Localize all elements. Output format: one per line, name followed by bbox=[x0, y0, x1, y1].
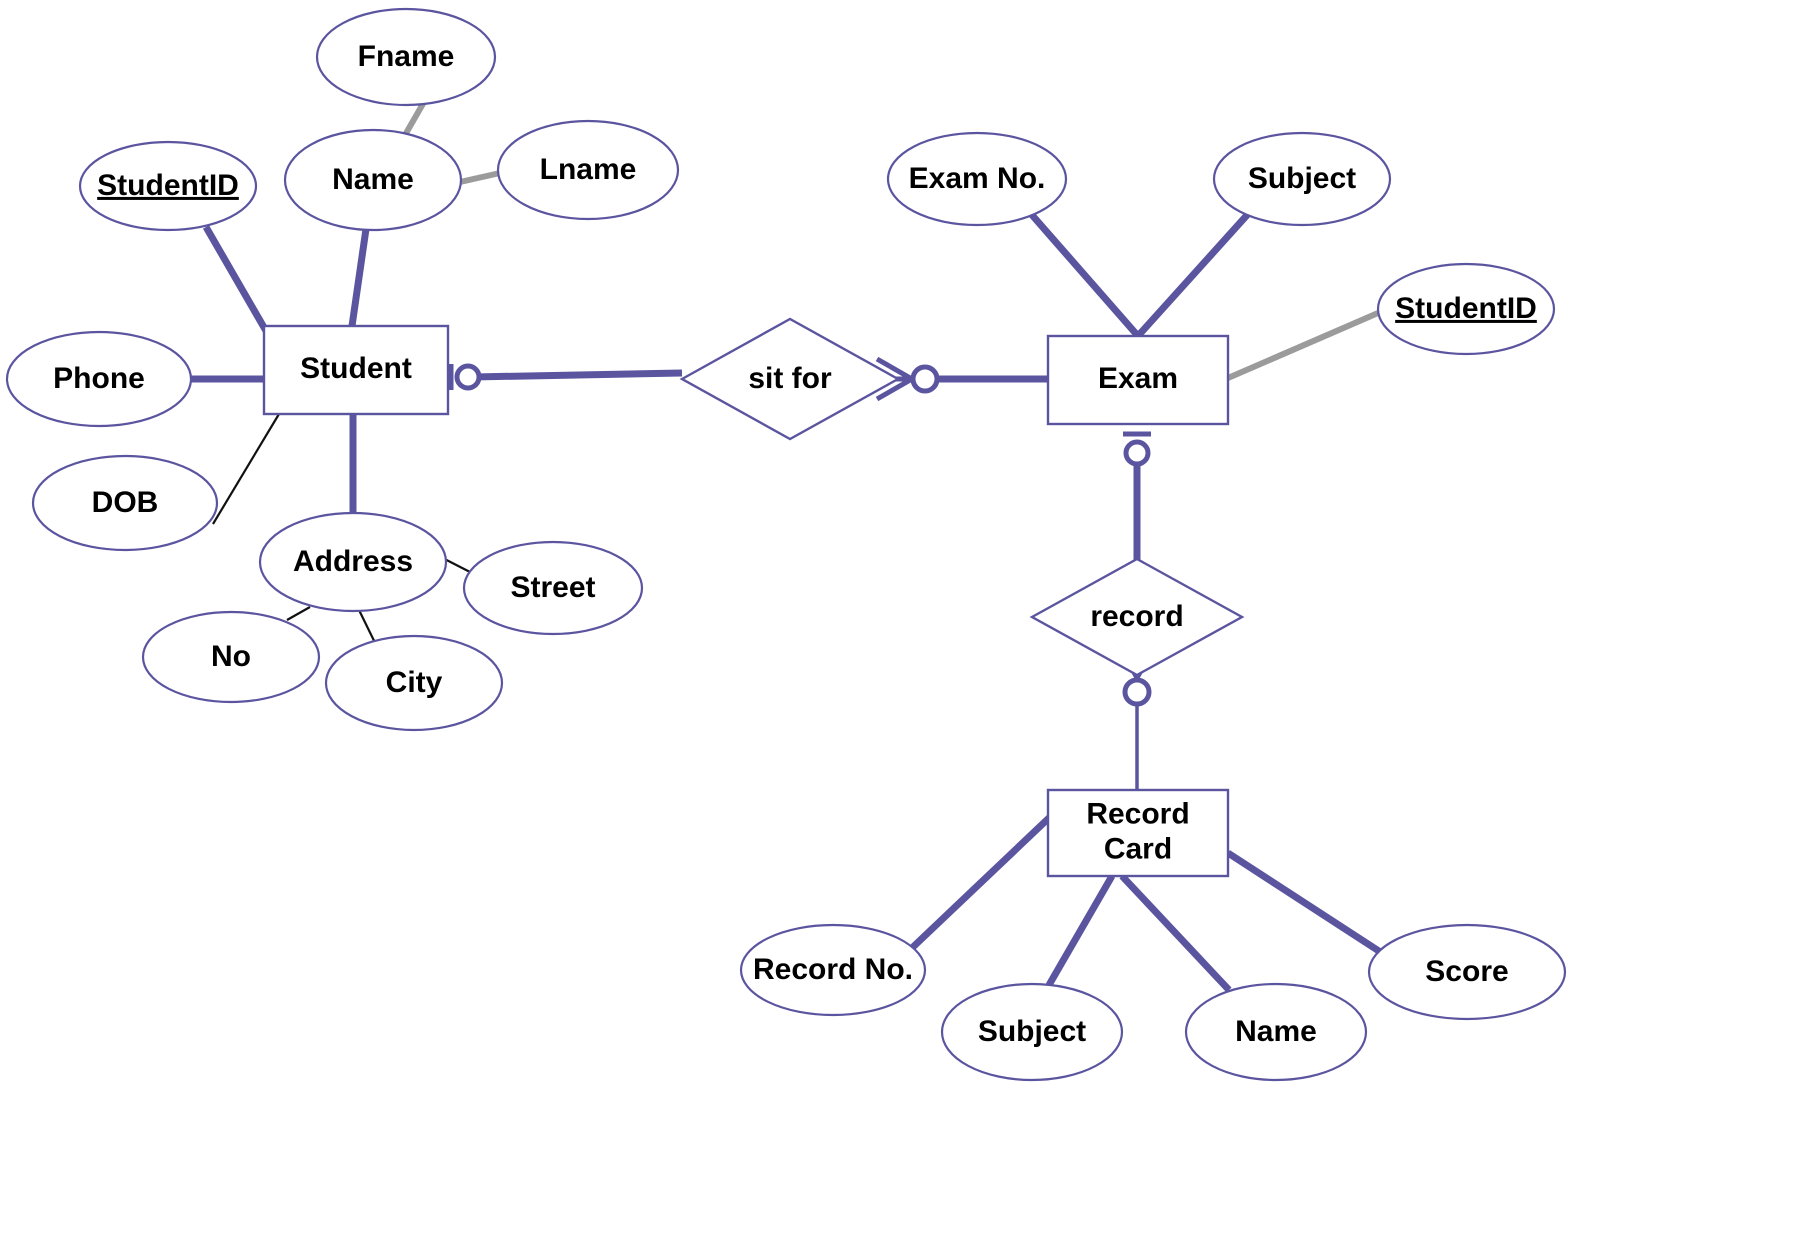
connector-exam-to-exam_stu_id bbox=[1226, 310, 1380, 381]
attribute-subject_rec[interactable]: Subject bbox=[940, 982, 1124, 1082]
entity-box bbox=[1046, 334, 1230, 426]
relationship-sit_for[interactable]: sit for bbox=[679, 317, 901, 441]
relationship-diamond bbox=[1029, 557, 1245, 677]
attribute-exam_stu_id[interactable]: StudentID bbox=[1376, 262, 1556, 356]
attribute-exam_no[interactable]: Exam No. bbox=[886, 131, 1068, 227]
attribute-ellipse bbox=[5, 330, 193, 428]
attribute-ellipse bbox=[315, 7, 497, 107]
attribute-phone[interactable]: Phone bbox=[5, 330, 193, 428]
connector-exam_no-to-exam bbox=[1029, 212, 1141, 339]
connector-student-to-sit_for bbox=[472, 369, 683, 381]
attribute-student_id[interactable]: StudentID bbox=[78, 140, 258, 232]
connector-record_card-to-record_no bbox=[910, 813, 1054, 950]
relationship-record[interactable]: record bbox=[1029, 557, 1245, 677]
attribute-ellipse bbox=[1367, 923, 1567, 1021]
relationship-diamond bbox=[679, 317, 901, 441]
attribute-subject_exam[interactable]: Subject bbox=[1212, 131, 1392, 227]
attribute-ellipse bbox=[31, 454, 219, 552]
attribute-ellipse bbox=[462, 540, 644, 636]
attribute-name_rec[interactable]: Name bbox=[1184, 982, 1368, 1082]
connector-name-to-student bbox=[348, 228, 370, 327]
cardinality-mark-one-and-only-one bbox=[1123, 431, 1151, 467]
attribute-street[interactable]: Street bbox=[462, 540, 644, 636]
attribute-no[interactable]: No bbox=[141, 610, 321, 704]
entity-record_card[interactable]: RecordCard bbox=[1046, 788, 1230, 878]
entity-student[interactable]: Student bbox=[262, 324, 450, 416]
attribute-ellipse bbox=[1212, 131, 1392, 227]
attribute-ellipse bbox=[496, 119, 680, 221]
er-diagram-canvas: StudentIDFnameName LnamePhoneDOBAddressSt… bbox=[0, 0, 1800, 1250]
attribute-lname[interactable]: Lname bbox=[496, 119, 680, 221]
entity-box bbox=[1046, 788, 1230, 878]
connector-student-to-dob bbox=[212, 413, 280, 525]
attribute-ellipse bbox=[1184, 982, 1368, 1082]
cardinality-mark-one-and-only-one bbox=[448, 363, 482, 391]
connector-record_card-to-score bbox=[1226, 850, 1387, 958]
connector-name-to-lname bbox=[459, 170, 501, 185]
attribute-dob[interactable]: DOB bbox=[31, 454, 219, 552]
attribute-record_no[interactable]: Record No. bbox=[739, 923, 927, 1017]
connector-address-to-no bbox=[286, 606, 311, 621]
attribute-ellipse bbox=[78, 140, 258, 232]
entity-exam[interactable]: Exam bbox=[1046, 334, 1230, 426]
connector-subject_exam-to-exam bbox=[1135, 211, 1251, 339]
connector-fname-to-name bbox=[402, 100, 427, 137]
entity-box bbox=[262, 324, 450, 416]
attribute-fname[interactable]: Fname bbox=[315, 7, 497, 107]
attribute-name[interactable]: Name bbox=[283, 128, 463, 232]
attribute-city[interactable]: City bbox=[324, 634, 504, 732]
attribute-ellipse bbox=[324, 634, 504, 732]
attribute-ellipse bbox=[940, 982, 1124, 1082]
attribute-address[interactable]: Address bbox=[258, 511, 448, 613]
attribute-ellipse bbox=[1376, 262, 1556, 356]
connector-record_card-to-subject_rec bbox=[1045, 874, 1116, 987]
attribute-ellipse bbox=[258, 511, 448, 613]
attribute-score[interactable]: Score bbox=[1367, 923, 1567, 1021]
attribute-ellipse bbox=[739, 923, 927, 1017]
connector-record_card-to-name_rec bbox=[1119, 873, 1232, 993]
attribute-ellipse bbox=[283, 128, 463, 232]
attribute-ellipse bbox=[141, 610, 321, 704]
attribute-ellipse bbox=[886, 131, 1068, 227]
